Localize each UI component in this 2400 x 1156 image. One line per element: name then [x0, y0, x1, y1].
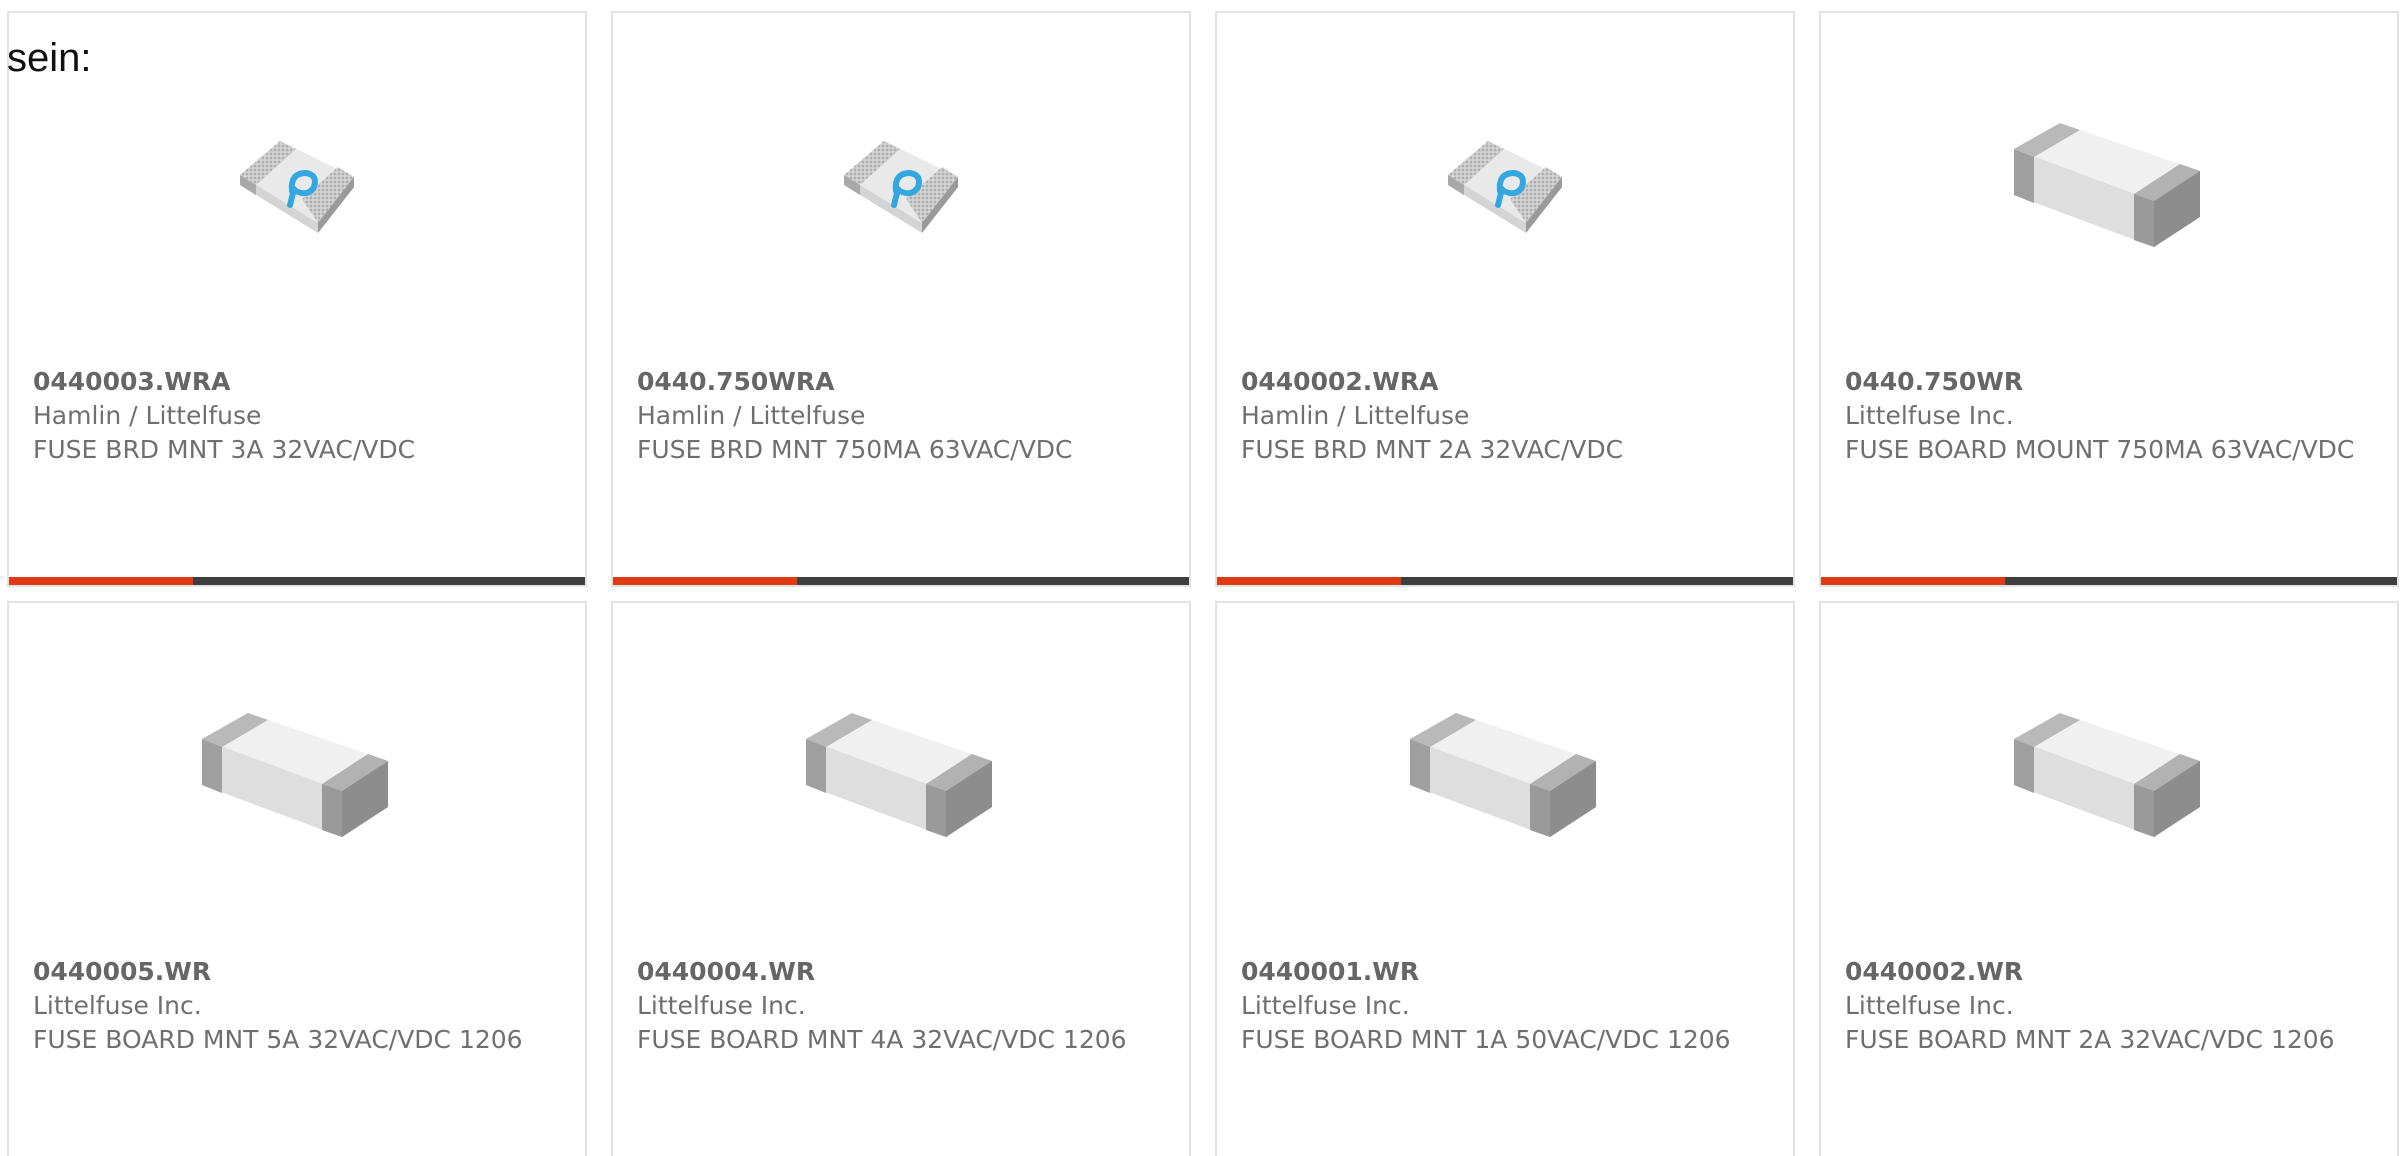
- product-card[interactable]: 0440.750WR Littelfuse Inc. FUSE BOARD MOUN…: [1819, 11, 2399, 587]
- product-image[interactable]: [1821, 695, 2397, 855]
- part-number-link[interactable]: 0440005.WR: [33, 957, 211, 986]
- fuse-chip-icon: [844, 141, 958, 233]
- manufacturer-name: Littelfuse Inc.: [1241, 991, 1410, 1020]
- fuse-chip-icon: [202, 713, 388, 837]
- fuse-chip-icon: [2014, 123, 2200, 247]
- manufacturer-name: Hamlin / Littelfuse: [1241, 401, 1470, 430]
- part-number-link[interactable]: 0440002.WRA: [1241, 367, 1438, 396]
- product-info: 0440003.WRA Hamlin / Littelfuse FUSE BRD M…: [33, 365, 565, 467]
- product-description: FUSE BOARD MOUNT 750MA 63VAC/VDC: [1845, 435, 2355, 464]
- product-card[interactable]: 0440001.WR Littelfuse Inc. FUSE BOARD MNT …: [1215, 601, 1795, 1156]
- progress-bar-fill: [1821, 577, 2006, 585]
- manufacturer-name: Littelfuse Inc.: [1845, 401, 2014, 430]
- product-description: FUSE BOARD MNT 1A 50VAC/VDC 1206: [1241, 1025, 1731, 1054]
- progress-bar-fill: [9, 577, 194, 585]
- product-info: 0440002.WR Littelfuse Inc. FUSE BOARD MNT …: [1845, 955, 2377, 1057]
- product-info: 0440005.WR Littelfuse Inc. FUSE BOARD MNT …: [33, 955, 565, 1057]
- product-image[interactable]: [1821, 105, 2397, 265]
- product-description: FUSE BRD MNT 3A 32VAC/VDC: [33, 435, 416, 464]
- progress-bar: [1217, 577, 1793, 585]
- product-image[interactable]: [613, 695, 1189, 855]
- product-image[interactable]: [1217, 695, 1793, 855]
- product-card[interactable]: 0440003.WRA Hamlin / Littelfuse FUSE BRD M…: [7, 11, 587, 587]
- product-card[interactable]: 0440002.WR Littelfuse Inc. FUSE BOARD MNT …: [1819, 601, 2399, 1156]
- product-card[interactable]: 0440005.WR Littelfuse Inc. FUSE BOARD MNT …: [7, 601, 587, 1156]
- progress-bar-fill: [613, 577, 798, 585]
- part-number-link[interactable]: 0440.750WRA: [637, 367, 834, 396]
- part-number-link[interactable]: 0440004.WR: [637, 957, 815, 986]
- product-info: 0440.750WRA Hamlin / Littelfuse FUSE BRD M…: [637, 365, 1169, 467]
- product-image[interactable]: [1217, 105, 1793, 265]
- manufacturer-name: Hamlin / Littelfuse: [33, 401, 262, 430]
- manufacturer-name: Littelfuse Inc.: [1845, 991, 2014, 1020]
- product-grid-page: sein: 0440003.WRA Hamlin / Littelfuse FUSE…: [0, 0, 2400, 1156]
- fuse-chip-icon: [1410, 713, 1596, 837]
- product-info: 0440002.WRA Hamlin / Littelfuse FUSE BRD M…: [1241, 365, 1773, 467]
- progress-bar: [9, 577, 585, 585]
- progress-bar: [1821, 577, 2397, 585]
- fuse-chip-icon: [240, 141, 354, 233]
- part-number-link[interactable]: 0440.750WR: [1845, 367, 2023, 396]
- product-description: FUSE BOARD MNT 2A 32VAC/VDC 1206: [1845, 1025, 2335, 1054]
- product-description: FUSE BOARD MNT 5A 32VAC/VDC 1206: [33, 1025, 523, 1054]
- part-number-link[interactable]: 0440001.WR: [1241, 957, 1419, 986]
- product-image[interactable]: [9, 695, 585, 855]
- product-card[interactable]: 0440004.WR Littelfuse Inc. FUSE BOARD MNT …: [611, 601, 1191, 1156]
- product-card[interactable]: 0440.750WRA Hamlin / Littelfuse FUSE BRD M…: [611, 11, 1191, 587]
- progress-bar-fill: [1217, 577, 1402, 585]
- product-info: 0440001.WR Littelfuse Inc. FUSE BOARD MNT …: [1241, 955, 1773, 1057]
- product-description: FUSE BRD MNT 750MA 63VAC/VDC: [637, 435, 1073, 464]
- product-image[interactable]: [9, 105, 585, 265]
- product-info: 0440.750WR Littelfuse Inc. FUSE BOARD MOUN…: [1845, 365, 2377, 467]
- part-number-link[interactable]: 0440002.WR: [1845, 957, 2023, 986]
- product-info: 0440004.WR Littelfuse Inc. FUSE BOARD MNT …: [637, 955, 1169, 1057]
- fuse-chip-icon: [2014, 713, 2200, 837]
- manufacturer-name: Hamlin / Littelfuse: [637, 401, 866, 430]
- product-card[interactable]: 0440002.WRA Hamlin / Littelfuse FUSE BRD M…: [1215, 11, 1795, 587]
- manufacturer-name: Littelfuse Inc.: [33, 991, 202, 1020]
- manufacturer-name: Littelfuse Inc.: [637, 991, 806, 1020]
- fuse-chip-icon: [1448, 141, 1562, 233]
- fuse-chip-icon: [806, 713, 992, 837]
- product-image[interactable]: [613, 105, 1189, 265]
- product-description: FUSE BRD MNT 2A 32VAC/VDC: [1241, 435, 1624, 464]
- part-number-link[interactable]: 0440003.WRA: [33, 367, 230, 396]
- progress-bar: [613, 577, 1189, 585]
- product-description: FUSE BOARD MNT 4A 32VAC/VDC 1206: [637, 1025, 1127, 1054]
- lead-text: sein:: [7, 36, 92, 80]
